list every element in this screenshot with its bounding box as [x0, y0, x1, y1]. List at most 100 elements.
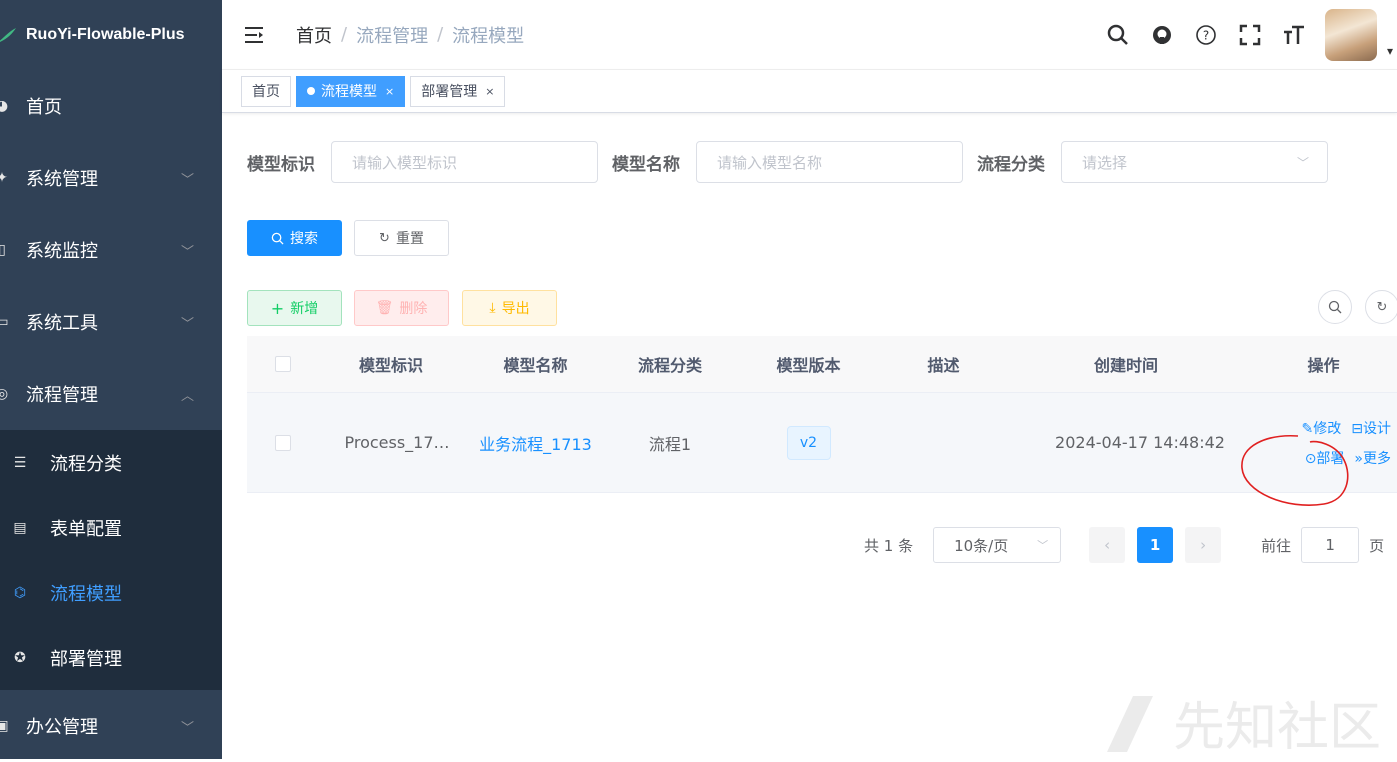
next-page-button[interactable]: ›	[1185, 527, 1222, 563]
sidebar-item-home[interactable]: ◕ 首页	[0, 70, 222, 142]
chevron-down-icon: ﹀	[1296, 155, 1309, 170]
design-link[interactable]: ⊟设计	[1351, 418, 1391, 438]
search-icon[interactable]	[1105, 22, 1131, 48]
tag-home[interactable]: 首页	[241, 75, 291, 107]
fullscreen-icon[interactable]	[1237, 22, 1263, 48]
prev-page-button[interactable]: ‹	[1089, 527, 1126, 563]
select-all-cell	[247, 356, 319, 372]
sidebar-item-label: 流程管理	[26, 385, 98, 406]
page-size-select[interactable]: 10条/页 ﹀	[933, 527, 1062, 563]
tag-deploy[interactable]: 部署管理 ×	[410, 75, 506, 107]
export-button[interactable]: ⤓ 导出	[462, 290, 557, 326]
row-checkbox[interactable]	[275, 434, 291, 451]
sidebar-item-system[interactable]: ✦ 系统管理 ﹀	[0, 142, 222, 214]
flow-submenu: ☰ 流程分类 ▤ 表单配置 ⌬ 流程模型 ✪ 部署管理	[0, 430, 222, 690]
reset-button-label: 重置	[395, 231, 424, 247]
export-button-label: 导出	[501, 301, 530, 317]
model-key-input[interactable]: 请输入模型标识	[331, 141, 598, 183]
refresh-icon: ↻	[379, 230, 390, 246]
sidebar-item-label: 首页	[26, 97, 62, 118]
watermark-logo-icon	[1107, 695, 1153, 752]
deploy-icon: ✪	[14, 649, 26, 666]
sidebar-item-form[interactable]: ▤ 表单配置	[0, 495, 222, 560]
tag-label: 首页	[252, 84, 280, 100]
double-arrow-icon: »	[1354, 450, 1363, 467]
navbar: 首页 / 流程管理 / 流程模型 ? ▾	[222, 0, 1397, 70]
goto-input[interactable]: 1	[1301, 527, 1360, 563]
app-title: RuoYi-Flowable-Plus	[26, 26, 185, 43]
design-icon: ⊟	[1351, 420, 1363, 437]
search-icon	[1328, 300, 1342, 314]
model-name-label: 模型名称	[612, 154, 680, 175]
cell-model-key: Process_17…	[344, 433, 450, 452]
pagination-total: 共 1 条	[864, 536, 914, 555]
sidebar-item-deploy[interactable]: ✪ 部署管理	[0, 625, 222, 690]
refresh-icon: ↻	[1376, 299, 1388, 315]
add-button[interactable]: + 新增	[247, 290, 342, 326]
help-icon[interactable]: ?	[1193, 22, 1219, 48]
breadcrumb: 首页 / 流程管理 / 流程模型	[296, 22, 524, 48]
header-version: 模型版本	[776, 356, 841, 375]
sidebar-item-label: 系统管理	[26, 169, 98, 190]
sidebar-item-label: 部署管理	[50, 648, 122, 670]
refresh-button[interactable]: ↻	[1365, 290, 1397, 324]
delete-button[interactable]: 🗑︎ 删除	[354, 290, 449, 326]
cell-category: 流程1	[648, 434, 692, 454]
close-icon[interactable]: ×	[385, 85, 394, 98]
caret-down-icon[interactable]: ▾	[1387, 44, 1393, 58]
sidebar-item-label: 系统工具	[26, 313, 98, 334]
table-row: Process_17… 业务流程_1713 流程1 v2 2024-04-17 …	[247, 393, 1397, 493]
avatar[interactable]	[1324, 9, 1377, 61]
header-ops: 操作	[1307, 356, 1340, 375]
font-size-icon[interactable]	[1281, 22, 1307, 48]
model-table: 模型标识 模型名称 流程分类 模型版本 描述 创建时间 操作 Process_1…	[247, 336, 1397, 493]
app-logo[interactable]: RuoYi-Flowable-Plus	[0, 0, 222, 70]
model-name-placeholder: 请输入模型名称	[717, 153, 823, 172]
download-icon: ⤓	[489, 300, 496, 316]
sidebar-item-model[interactable]: ⌬ 流程模型	[0, 560, 222, 625]
version-tag: v2	[786, 425, 831, 460]
model-key-placeholder: 请输入模型标识	[352, 153, 458, 172]
hamburger-icon[interactable]	[244, 25, 266, 45]
github-icon[interactable]	[1149, 22, 1175, 48]
more-link[interactable]: »更多	[1354, 448, 1391, 468]
breadcrumb-home[interactable]: 首页	[296, 22, 332, 48]
sidebar-item-category[interactable]: ☰ 流程分类	[0, 430, 222, 495]
more-label: 更多	[1363, 450, 1391, 467]
search-icon	[271, 232, 284, 245]
chevron-up-icon: ︿	[180, 388, 194, 404]
sidebar-item-tools[interactable]: ▭ 系统工具 ﹀	[0, 286, 222, 358]
breadcrumb-model: 流程模型	[452, 25, 525, 47]
reset-button[interactable]: ↻ 重置	[354, 220, 449, 256]
plus-icon: +	[270, 298, 285, 318]
tags-view: 首页 流程模型 × 部署管理 ×	[222, 70, 1397, 113]
cell-model-name[interactable]: 业务流程_1713	[463, 431, 608, 455]
form-icon: ▤	[13, 519, 27, 536]
tag-label: 流程模型	[321, 84, 377, 100]
close-icon[interactable]: ×	[485, 85, 494, 98]
sidebar-item-monitor[interactable]: ▯ 系统监控 ﹀	[0, 214, 222, 286]
toggle-search-button[interactable]	[1318, 290, 1352, 324]
table-header: 模型标识 模型名称 流程分类 模型版本 描述 创建时间 操作	[247, 336, 1397, 393]
header-category: 流程分类	[637, 356, 702, 375]
sidebar: RuoYi-Flowable-Plus ◕ 首页 ✦ 系统管理 ﹀ ▯ 系统监控…	[0, 0, 222, 759]
sidebar-item-flow[interactable]: ◎ 流程管理 ︿	[0, 358, 222, 430]
system-icon: ✦	[0, 170, 8, 186]
list-icon: ☰	[13, 454, 27, 471]
chevron-down-icon: ﹀	[180, 720, 194, 736]
tag-label: 部署管理	[421, 84, 478, 100]
tag-model[interactable]: 流程模型 ×	[296, 75, 406, 107]
select-all-checkbox[interactable]	[275, 356, 291, 372]
page-1-button[interactable]: 1	[1137, 527, 1174, 563]
category-select[interactable]: 请选择 ﹀	[1061, 141, 1328, 183]
sidebar-item-office[interactable]: ▣ 办公管理 ﹀	[0, 690, 222, 762]
delete-button-label: 删除	[399, 301, 428, 317]
search-form: 模型标识 请输入模型标识 模型名称 请输入模型名称 流程分类 请选择 ﹀	[247, 141, 1328, 183]
page-jumper: 前往 1 页	[1261, 527, 1384, 563]
main-content: 模型标识 请输入模型标识 模型名称 请输入模型名称 流程分类 请选择 ﹀ 搜索 …	[222, 113, 1397, 759]
right-menu: ? ▾	[1105, 0, 1397, 70]
model-name-input[interactable]: 请输入模型名称	[696, 141, 963, 183]
office-icon: ▣	[0, 718, 9, 734]
search-button[interactable]: 搜索	[247, 220, 342, 256]
flow-icon: ◎	[0, 386, 9, 402]
